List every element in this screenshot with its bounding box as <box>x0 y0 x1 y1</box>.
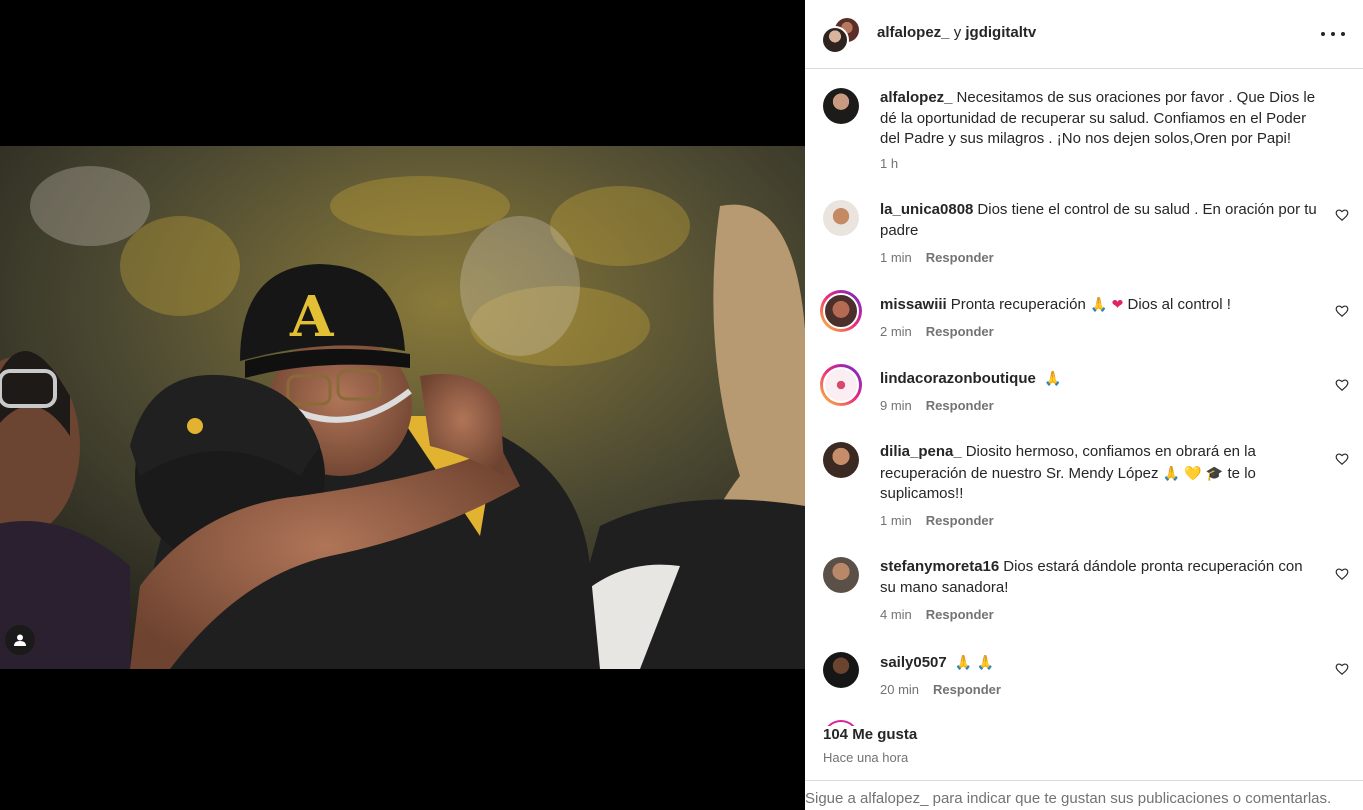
comment-username[interactable]: stefanymoreta16 <box>880 558 999 575</box>
comment-text: dilia_pena_ Diosito hermoso, confiamos en… <box>880 442 1320 505</box>
avatar[interactable] <box>823 652 859 688</box>
comment-username[interactable]: missawiii <box>880 296 947 313</box>
comment-text: missawiii Pronta recuperación 🙏 ❤ Dios al… <box>880 294 1320 316</box>
caption-time: 1 h <box>880 156 899 171</box>
comment-username[interactable]: la_unica0808 <box>880 201 973 218</box>
avatar[interactable] <box>823 442 859 478</box>
caption-username[interactable]: alfalopez_ <box>880 89 953 106</box>
author-link-jgdigitaltv[interactable]: jgdigitaltv <box>965 24 1036 41</box>
heart-outline-icon[interactable] <box>1335 378 1349 392</box>
comment-body-end: Dios al control ! <box>1127 296 1231 313</box>
graduation-cap-emoji: 🎓 <box>1205 464 1224 481</box>
reply-button[interactable]: Responder <box>926 250 994 265</box>
comment-text: lindacorazonboutique 🙏 <box>880 368 1320 390</box>
pray-emoji: 🙏 <box>1089 296 1108 312</box>
post-side-panel: alfalopez_ y jgdigitaltv alfalopez_ Neces… <box>805 0 1363 810</box>
comment-time: 2 min <box>880 324 912 339</box>
login-prompt: Sigue a alfalopez_ para indicar que te g… <box>805 790 1332 807</box>
comment-time: 20 min <box>880 682 920 697</box>
reply-button[interactable]: Responder <box>926 513 994 528</box>
comments-list: alfalopez_ Necesitamos de sus oraciones p… <box>805 70 1363 720</box>
heart-outline-icon[interactable] <box>1335 567 1349 581</box>
post-authors: alfalopez_ y jgdigitaltv <box>877 24 1036 41</box>
avatar-story-ring[interactable] <box>820 290 862 332</box>
heart-outline-icon[interactable] <box>1335 304 1349 318</box>
heart-outline-icon[interactable] <box>1335 452 1349 466</box>
comment-body: Pronta recuperación <box>950 296 1086 313</box>
heart-outline-icon[interactable] <box>1335 208 1349 222</box>
avatar-alfalopez[interactable] <box>821 26 849 54</box>
comment-meta: 20 min Responder <box>880 682 1001 697</box>
comment-meta: 1 min Responder <box>880 250 994 265</box>
comment-time: 4 min <box>880 607 912 622</box>
avatar[interactable] <box>823 88 859 124</box>
comment-meta: 4 min Responder <box>880 607 994 622</box>
collab-avatars[interactable] <box>821 16 861 54</box>
pray-emoji: 🙏 <box>1044 370 1062 386</box>
comment-text: la_unica0808 Dios tiene el control de su … <box>880 200 1320 241</box>
media-pane: A <box>0 0 805 810</box>
post-timestamp: Hace una hora <box>823 750 909 765</box>
comment-username[interactable]: dilia_pena_ <box>880 443 962 460</box>
comment-username[interactable]: lindacorazonboutique <box>880 370 1036 387</box>
comment-time: 9 min <box>880 398 912 413</box>
pray-emoji: 🙏 <box>1162 464 1181 481</box>
comment-time: 1 min <box>880 513 912 528</box>
heart-outline-icon[interactable] <box>1335 662 1349 676</box>
pray-emoji: 🙏 <box>954 654 973 670</box>
comment-username[interactable]: saily0507 <box>880 654 947 671</box>
red-heart-emoji: ❤ <box>1111 296 1124 312</box>
yellow-heart-emoji: 💛 <box>1184 464 1202 481</box>
reply-button[interactable]: Responder <box>926 398 994 413</box>
comment-meta: 1 min Responder <box>880 513 994 528</box>
post-header: alfalopez_ y jgdigitaltv <box>805 0 1363 69</box>
user-tag-icon <box>14 634 26 646</box>
reply-button[interactable]: Responder <box>926 324 994 339</box>
avatar-story-ring[interactable] <box>820 364 862 406</box>
svg-text:A: A <box>289 284 335 350</box>
caption-text: alfalopez_ Necesitamos de sus oraciones p… <box>880 88 1320 150</box>
photo-illustration: A <box>0 146 805 669</box>
comment-meta: 9 min Responder <box>880 398 994 413</box>
avatar[interactable] <box>823 200 859 236</box>
author-link-alfalopez[interactable]: alfalopez_ <box>877 24 950 41</box>
divider <box>805 780 1363 781</box>
comment-meta: 2 min Responder <box>880 324 994 339</box>
reply-button[interactable]: Responder <box>933 682 1001 697</box>
comment-text: stefanymoreta16 Dios estará dándole pront… <box>880 557 1320 598</box>
more-options-icon[interactable] <box>1321 24 1345 44</box>
pray-emoji: 🙏 <box>976 654 994 670</box>
comment-time: 1 min <box>880 250 912 265</box>
reply-button[interactable]: Responder <box>926 607 994 622</box>
avatar[interactable] <box>823 557 859 593</box>
authors-joiner: y <box>953 24 962 41</box>
user-tag-button[interactable] <box>5 625 35 655</box>
comment-text: saily0507 🙏 🙏 <box>880 652 1320 674</box>
likes-count[interactable]: 104 Me gusta <box>823 726 917 743</box>
post-photo[interactable]: A <box>0 146 805 669</box>
